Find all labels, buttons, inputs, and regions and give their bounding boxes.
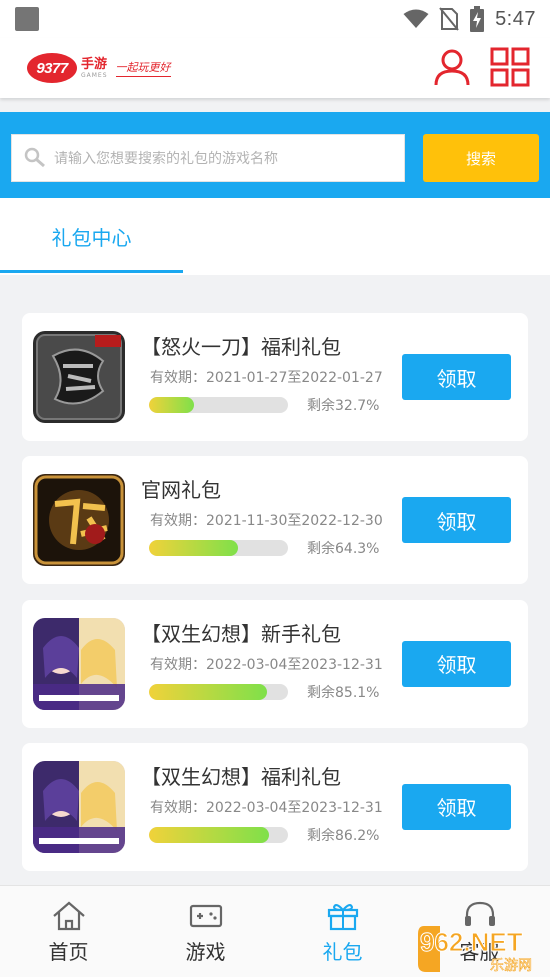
clock: 5:47	[495, 7, 536, 30]
logo-slogan: 一起玩更好	[115, 59, 171, 77]
remaining-progress	[149, 397, 288, 413]
remaining-progress	[149, 826, 288, 843]
progress-fill	[149, 540, 239, 557]
progress-fill	[149, 397, 195, 413]
battery-charging-icon	[470, 6, 485, 32]
progress-fill	[149, 826, 269, 843]
dragon-game-icon	[33, 331, 125, 423]
grid-menu-icon[interactable]	[490, 47, 530, 87]
gamepad-icon	[189, 904, 222, 928]
wifi-icon	[403, 9, 429, 28]
user-icon[interactable]	[432, 47, 472, 87]
claim-button[interactable]: 领取	[402, 354, 511, 400]
logo-cn: 手游	[81, 56, 108, 72]
site-watermark: 962.NET 乐游网	[418, 926, 532, 974]
watermark-sub: 乐游网	[490, 958, 532, 974]
watermark-text: 962.NET	[420, 927, 523, 957]
nav-item-home[interactable]: 首页	[0, 886, 137, 977]
status-bar: 5:47	[0, 0, 550, 38]
gift-list: 【怒火一刀】福利礼包 有效期：2021-01-27至2022-01-27 剩余3…	[22, 313, 528, 886]
gift-card: 【双生幻想】福利礼包 有效期：2022-03-04至2023-12-31 剩余8…	[22, 742, 528, 871]
twin-fantasy-game-icon	[33, 617, 125, 710]
gift-validity: 有效期：2021-11-30至2022-12-30	[150, 513, 383, 530]
gift-card: 【怒火一刀】福利礼包 有效期：2021-01-27至2022-01-27 剩余3…	[22, 313, 528, 441]
gift-title: 官网礼包	[141, 478, 221, 503]
gift-title: 【双生幻想】新手礼包	[141, 621, 341, 646]
progress-fill	[149, 683, 268, 700]
brand-logo[interactable]: 9377 手游 GAMES 一起玩更好	[27, 53, 171, 83]
legend-game-icon	[33, 474, 125, 567]
remaining-text: 剩余86.2%	[307, 827, 380, 844]
search-input[interactable]: 请输入您想要搜索的礼包的游戏名称	[11, 134, 405, 182]
claim-button[interactable]: 领取	[402, 497, 511, 544]
logo-badge: 9377	[27, 53, 77, 83]
home-icon	[52, 901, 85, 931]
tab-indicator	[0, 270, 183, 273]
twin-fantasy-game-icon	[33, 760, 125, 853]
claim-button[interactable]: 领取	[402, 640, 511, 687]
tab-bar: 礼包中心	[0, 198, 550, 275]
nav-item-gifts[interactable]: 礼包	[274, 886, 411, 977]
no-sim-icon	[439, 7, 459, 31]
remaining-text: 剩余32.7%	[307, 398, 380, 414]
tab-gift-center[interactable]: 礼包中心	[0, 198, 183, 275]
remaining-progress	[149, 540, 288, 557]
gift-title: 【怒火一刀】福利礼包	[141, 335, 341, 359]
status-icons: 5:47	[403, 5, 536, 33]
search-icon	[24, 147, 45, 168]
notification-icon	[15, 7, 39, 31]
gift-validity: 有效期：2022-03-04至2023-12-31	[150, 656, 383, 673]
search-placeholder: 请输入您想要搜索的礼包的游戏名称	[54, 151, 278, 167]
gift-icon	[327, 904, 358, 931]
logo-text: 手游 GAMES	[81, 58, 108, 79]
nav-label: 首页	[48, 940, 89, 964]
remaining-text: 剩余64.3%	[307, 541, 380, 558]
gift-card: 【双生幻想】新手礼包 有效期：2022-03-04至2023-12-31 剩余8…	[22, 599, 528, 728]
remaining-progress	[149, 683, 288, 700]
app-header: 9377 手游 GAMES 一起玩更好	[0, 38, 550, 98]
nav-item-games[interactable]: 游戏	[137, 886, 274, 977]
remaining-text: 剩余85.1%	[307, 684, 380, 701]
nav-label: 礼包	[322, 940, 363, 964]
search-button[interactable]: 搜索	[423, 134, 539, 182]
logo-en: GAMES	[81, 71, 108, 79]
gift-title: 【双生幻想】福利礼包	[141, 764, 341, 789]
gift-validity: 有效期：2021-01-27至2022-01-27	[150, 370, 383, 386]
gift-card: 官网礼包 有效期：2021-11-30至2022-12-30 剩余64.3% 领…	[22, 456, 528, 585]
nav-label: 游戏	[185, 940, 226, 964]
search-bar: 请输入您想要搜索的礼包的游戏名称 搜索	[0, 112, 550, 198]
claim-button[interactable]: 领取	[402, 783, 511, 830]
gift-validity: 有效期：2022-03-04至2023-12-31	[150, 799, 383, 816]
